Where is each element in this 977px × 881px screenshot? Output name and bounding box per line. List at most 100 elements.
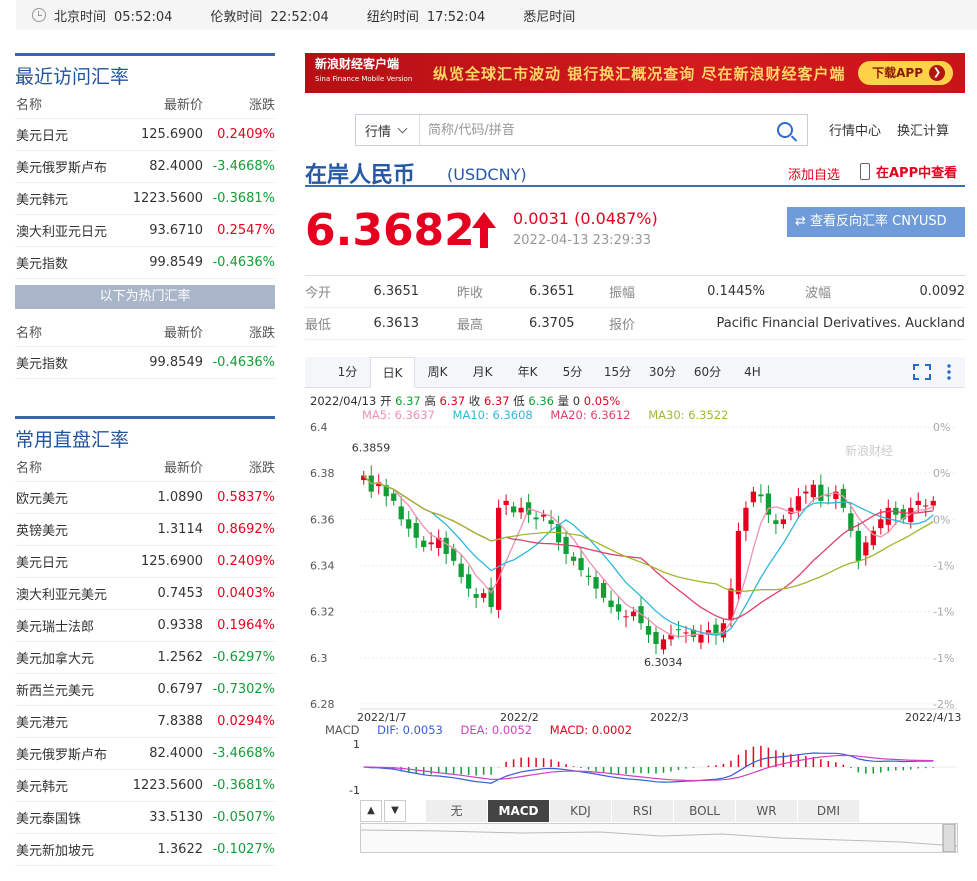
chevron-down-icon — [397, 123, 408, 133]
tab-period[interactable]: 5分 — [550, 357, 595, 388]
y-tick-label: 6.3 — [310, 652, 328, 665]
table-row[interactable]: 美元指数 99.8549 -0.4636% — [15, 247, 275, 279]
rate-name[interactable]: 美元日元 — [15, 125, 127, 144]
converter-link[interactable]: 换汇计算 — [897, 120, 949, 139]
rate-change: -0.7302% — [212, 682, 275, 697]
table-row[interactable]: 新西兰元美元 0.6797 -0.7302% — [15, 674, 275, 706]
table-row[interactable]: 美元新加坡元 1.3622 -0.1027% — [15, 834, 275, 866]
download-app-button[interactable]: 下载APP ❯ — [858, 61, 953, 85]
rate-name[interactable]: 美元瑞士法郎 — [15, 616, 127, 635]
add-favorite-link[interactable]: 添加自选 — [788, 164, 840, 183]
table-row[interactable]: 美元日元 125.6900 0.2409% — [15, 546, 275, 578]
table-row[interactable]: 澳大利亚元美元 0.7453 0.0403% — [15, 578, 275, 610]
rate-name[interactable]: 美元指数 — [15, 353, 127, 372]
macd-chart[interactable]: 1 -1 — [305, 736, 965, 798]
nav-up-button[interactable]: ▲ — [360, 800, 382, 822]
table-row[interactable]: 美元俄罗斯卢布 82.4000 -3.4668% — [15, 738, 275, 770]
rate-name[interactable]: 英镑美元 — [15, 520, 127, 539]
table-row[interactable]: 美元俄罗斯卢布 82.4000 -3.4668% — [15, 151, 275, 183]
view-in-app-link[interactable]: 在APP中查看 — [860, 162, 957, 181]
table-row[interactable]: 美元泰国铢 33.5130 -0.0507% — [15, 802, 275, 834]
time-range-navigator[interactable] — [360, 823, 958, 853]
table-row[interactable]: 美元指数 99.8549 -0.4636% — [15, 347, 275, 379]
indicator-tab[interactable]: BOLL — [674, 800, 736, 822]
indicator-tab[interactable]: 无 — [426, 800, 488, 822]
kline-info-line: 2022/04/13 开 6.37 高 6.37 收 6.37 低 6.36 量… — [310, 394, 621, 408]
rate-price: 1223.5600 — [132, 191, 203, 206]
fullscreen-icon[interactable] — [913, 364, 931, 380]
period-tabs: 1分 日K 周K 月K 年K 5分 15分 30分 60分 4H — [305, 356, 965, 388]
rate-name[interactable]: 美元俄罗斯卢布 — [15, 744, 127, 763]
table-row[interactable]: 澳大利亚元日元 93.6710 0.2547% — [15, 215, 275, 247]
rate-price: 99.8549 — [149, 355, 203, 370]
tab-period[interactable]: 30分 — [640, 357, 685, 388]
candle-body — [743, 507, 749, 531]
tab-period[interactable]: 月K — [460, 357, 505, 388]
table-row[interactable]: 英镑美元 1.3114 0.8692% — [15, 514, 275, 546]
indicator-tab[interactable]: WR — [736, 800, 798, 822]
rate-name[interactable]: 美元新加坡元 — [15, 840, 127, 859]
rate-name[interactable]: 美元韩元 — [15, 189, 127, 208]
rate-change: -0.1027% — [212, 842, 275, 857]
table-row[interactable]: 美元加拿大元 1.2562 -0.6297% — [15, 642, 275, 674]
rate-name[interactable]: 澳大利亚元日元 — [15, 221, 127, 240]
indicator-tab[interactable]: RSI — [612, 800, 674, 822]
rate-name[interactable]: 澳大利亚元美元 — [15, 584, 127, 603]
rate-change: -0.3681% — [212, 778, 275, 793]
rate-name[interactable]: 美元俄罗斯卢布 — [15, 157, 127, 176]
candle-body — [795, 496, 801, 511]
rate-price: 33.5130 — [149, 810, 203, 825]
quote-stats: 今开 6.3651 昨收 6.3651 振幅 0.1445% 波幅 0.0092… — [305, 275, 965, 340]
candle-body — [585, 575, 592, 578]
rate-name[interactable]: 美元泰国铢 — [15, 808, 127, 827]
more-icon[interactable] — [946, 363, 952, 381]
tab-period[interactable]: 周K — [415, 357, 460, 388]
candle-body — [623, 616, 629, 618]
search-icon[interactable] — [777, 122, 793, 138]
rate-name[interactable]: 美元韩元 — [15, 776, 127, 795]
indicator-tab[interactable]: MACD — [488, 800, 550, 822]
table-row[interactable]: 美元瑞士法郎 0.9338 0.1964% — [15, 610, 275, 642]
candle-body — [855, 530, 861, 561]
open-value: 6.3651 — [373, 284, 420, 299]
candle-body — [413, 523, 419, 538]
nav-down-button[interactable]: ▼ — [384, 800, 406, 822]
table-row[interactable]: 美元日元 125.6900 0.2409% — [15, 119, 275, 151]
search-input[interactable] — [420, 115, 777, 145]
rate-name[interactable]: 美元加拿大元 — [15, 648, 127, 667]
tab-period[interactable]: 15分 — [595, 357, 640, 388]
tab-period[interactable]: 60分 — [685, 357, 730, 388]
table-row[interactable]: 欧元美元 1.0890 0.5837% — [15, 482, 275, 514]
candle-body — [803, 491, 809, 494]
table-row[interactable]: 美元港元 7.8388 0.0294% — [15, 706, 275, 738]
banner-slogan: 纵览全球汇市波动 银行换汇概况查询 尽在新浪财经客户端 — [433, 64, 846, 83]
app-promo-banner[interactable]: 新浪财经客户端 Sina Finance Mobile Version 纵览全球… — [305, 53, 965, 93]
rate-name[interactable]: 美元日元 — [15, 552, 127, 571]
tz-london: 伦敦时间 22:52:04 — [210, 9, 329, 25]
candle-body — [398, 506, 404, 520]
rate-name[interactable]: 美元港元 — [15, 712, 127, 731]
rate-name[interactable]: 新西兰元美元 — [15, 680, 127, 699]
tab-period[interactable]: 4H — [730, 357, 775, 388]
common-rates-panel: 常用直盘汇率 名称 最新价 涨跌 欧元美元 1.0890 0.5837% 英镑美元 1.… — [15, 416, 275, 866]
tz-newyork: 纽约时间 17:52:04 — [366, 9, 486, 25]
tab-period[interactable]: 1分 — [325, 357, 370, 388]
reverse-rate-button[interactable]: ⇄ 查看反向汇率 CNYUSD — [787, 207, 965, 237]
table-header: 名称 最新价 涨跌 — [15, 452, 275, 482]
rate-price: 125.6900 — [140, 127, 203, 142]
y-tick-label: 6.38 — [310, 467, 335, 480]
market-center-link[interactable]: 行情中心 — [829, 120, 881, 139]
pct-tick-label: -1% — [933, 652, 954, 665]
tab-period[interactable]: 日K — [370, 356, 415, 388]
rate-name[interactable]: 欧元美元 — [15, 488, 127, 507]
ma20-line — [363, 475, 934, 621]
search-type-select[interactable]: 行情 — [356, 115, 420, 145]
macd-legend: MACD DIF: 0.0053 DEA: 0.0052 MACD: 0.000… — [325, 723, 633, 737]
indicator-tab[interactable]: KDJ — [550, 800, 612, 822]
indicator-tab[interactable]: DMI — [798, 800, 860, 822]
tab-period[interactable]: 年K — [505, 357, 550, 388]
table-row[interactable]: 美元韩元 1223.5600 -0.3681% — [15, 770, 275, 802]
rate-name[interactable]: 美元指数 — [15, 253, 127, 272]
rate-price: 1.2562 — [157, 650, 204, 665]
table-row[interactable]: 美元韩元 1223.5600 -0.3681% — [15, 183, 275, 215]
